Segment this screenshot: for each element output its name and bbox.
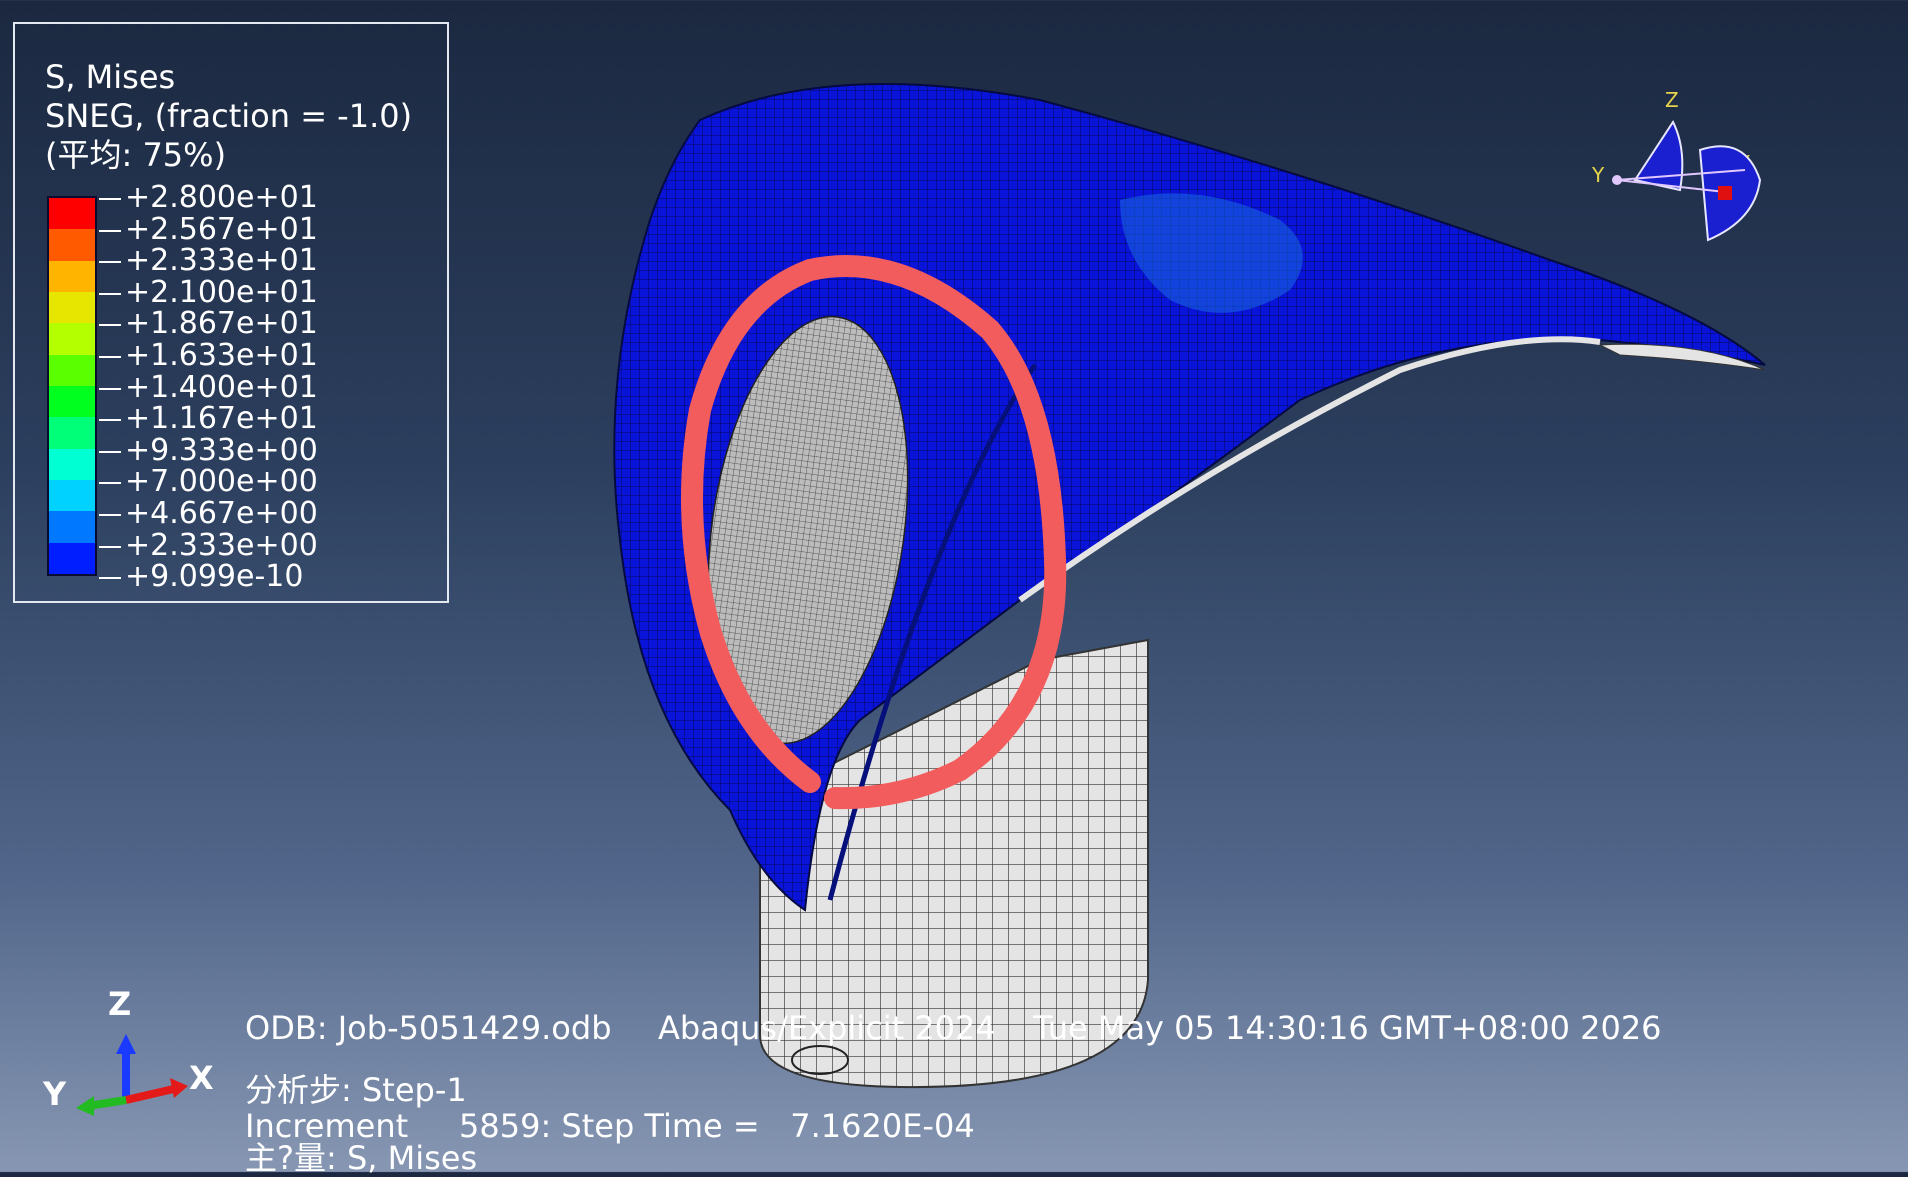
legend-title-line-2: SNEG, (fraction = -1.0): [45, 97, 413, 135]
legend-value: +1.633e+01: [125, 338, 318, 373]
legend-value: +2.800e+01: [125, 180, 318, 215]
legend-value: +9.333e+00: [125, 432, 318, 468]
legend-band: [49, 291, 95, 324]
legend-tick: [99, 356, 121, 358]
legend-band: [49, 354, 95, 386]
triad-x-label: X: [189, 1059, 214, 1097]
legend-band: [49, 260, 95, 292]
legend-value: +1.400e+01: [125, 369, 318, 405]
legend-tick: [99, 261, 121, 264]
legend-tick: [99, 229, 121, 232]
legend-band: [49, 229, 95, 261]
legend-tick: [99, 387, 121, 390]
legend-tick: [99, 450, 121, 453]
legend-value: +2.100e+01: [125, 274, 318, 310]
legend-value: +1.167e+01: [125, 401, 318, 437]
legend-tick: [99, 545, 121, 548]
legend-value: +7.000e+00: [125, 464, 318, 500]
legend-band: [49, 511, 95, 543]
triad-axes-icon: [76, 1034, 188, 1116]
orient-y-label: Y: [1592, 163, 1605, 187]
triad-z-label: Z: [108, 985, 132, 1023]
legend-band: [49, 323, 95, 355]
info-primary-variable: 主?量: S, Mises: [245, 1139, 478, 1177]
legend-band: [49, 479, 95, 512]
legend-tick: [99, 577, 121, 580]
legend-band: [49, 198, 95, 230]
legend-band: [49, 448, 95, 480]
legend-band: [49, 417, 95, 449]
legend-tick: [99, 198, 121, 200]
legend-color-bar: [47, 196, 97, 576]
legend-band: [49, 385, 95, 418]
legend-value: +4.667e+00: [125, 496, 318, 531]
legend-value: +2.333e+00: [125, 527, 318, 563]
legend-value: +1.867e+01: [125, 306, 318, 342]
legend-tick: [99, 482, 121, 485]
info-step: 分析步: Step-1: [245, 1071, 467, 1109]
legend-title-line-3: (平均: 75%): [45, 136, 227, 174]
legend-tick: [99, 292, 121, 295]
info-date: Tue May 05 14:30:16 GMT+08:00 2026: [1033, 1009, 1662, 1047]
orientation-compass-icon: [1612, 119, 1762, 242]
legend-value: +2.567e+01: [125, 211, 318, 247]
orient-z-label: Z: [1665, 88, 1679, 112]
legend-tick: [99, 514, 121, 516]
info-odb: ODB: Job-5051429.odb: [245, 1009, 612, 1047]
legend-band: [49, 542, 95, 574]
legend-tick: [99, 419, 121, 422]
contour-legend: S, Mises SNEG, (fraction = -1.0) (平均: 75…: [13, 22, 449, 603]
legend-value: +9.099e-10: [125, 559, 304, 595]
legend-title-line-1: S, Mises: [45, 58, 176, 96]
triad-y-label: Y: [43, 1075, 67, 1113]
legend-tick: [99, 324, 121, 327]
legend-value: +2.333e+01: [125, 243, 318, 279]
info-solver: Abaqus/Explicit 2024: [658, 1009, 996, 1047]
